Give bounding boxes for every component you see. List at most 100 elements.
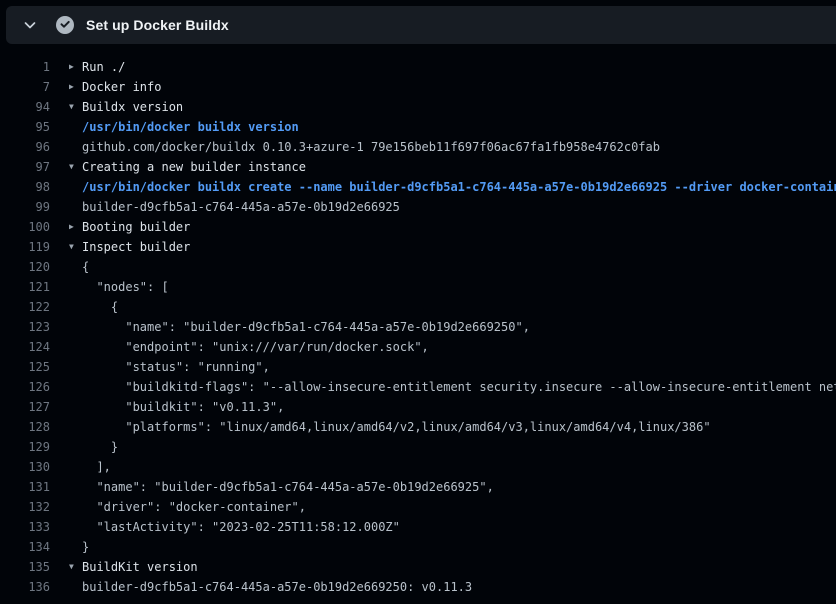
line-number[interactable]: 119 — [0, 237, 50, 257]
log-text: } — [82, 537, 89, 557]
log-text: /usr/bin/docker buildx version — [82, 117, 299, 137]
line-number[interactable]: 132 — [0, 497, 50, 517]
line-number[interactable]: 135 — [0, 557, 50, 577]
gutter-gap — [50, 117, 69, 137]
arrow-spacer — [69, 397, 82, 417]
log-text: BuildKit version — [82, 557, 198, 577]
group-expanded-arrow-icon[interactable]: ▼ — [69, 237, 82, 257]
gutter-gap — [50, 237, 69, 257]
arrow-spacer — [69, 357, 82, 377]
gutter-gap — [50, 177, 69, 197]
arrow-spacer — [69, 497, 82, 517]
arrow-spacer — [69, 277, 82, 297]
line-number[interactable]: 98 — [0, 177, 50, 197]
gutter-gap — [50, 337, 69, 357]
arrow-spacer — [69, 577, 82, 597]
log-line: 127 "buildkit": "v0.11.3", — [0, 397, 836, 417]
gutter-gap — [50, 277, 69, 297]
line-number[interactable]: 124 — [0, 337, 50, 357]
line-number[interactable]: 1 — [0, 57, 50, 77]
log-group-line[interactable]: 7 ▶Docker info — [0, 77, 836, 97]
arrow-spacer — [69, 257, 82, 277]
log-text: Docker info — [82, 77, 161, 97]
step-title: Set up Docker Buildx — [86, 17, 229, 33]
line-number[interactable]: 130 — [0, 457, 50, 477]
log-text: Inspect builder — [82, 237, 190, 257]
line-number[interactable]: 127 — [0, 397, 50, 417]
line-number[interactable]: 125 — [0, 357, 50, 377]
check-circle-icon — [56, 16, 74, 34]
line-number[interactable]: 136 — [0, 577, 50, 597]
line-number[interactable]: 97 — [0, 157, 50, 177]
line-number[interactable]: 131 — [0, 477, 50, 497]
group-expanded-arrow-icon[interactable]: ▼ — [69, 97, 82, 117]
line-number[interactable]: 7 — [0, 77, 50, 97]
line-number[interactable]: 99 — [0, 197, 50, 217]
log-group-line[interactable]: 135 ▼BuildKit version — [0, 557, 836, 577]
gutter-gap — [50, 417, 69, 437]
group-collapsed-arrow-icon[interactable]: ▶ — [69, 217, 82, 237]
gutter-gap — [50, 557, 69, 577]
log-text: "buildkitd-flags": "--allow-insecure-ent… — [82, 377, 836, 397]
log-group-line[interactable]: 97▼Creating a new builder instance — [0, 157, 836, 177]
group-collapsed-arrow-icon[interactable]: ▶ — [69, 57, 82, 77]
chevron-down-icon[interactable] — [22, 17, 38, 33]
gutter-gap — [50, 357, 69, 377]
line-number[interactable]: 94 — [0, 97, 50, 117]
group-expanded-arrow-icon[interactable]: ▼ — [69, 557, 82, 577]
log-group-line[interactable]: 94 ▼Buildx version — [0, 97, 836, 117]
log-line: 120{ — [0, 257, 836, 277]
arrow-spacer — [69, 437, 82, 457]
line-number[interactable]: 129 — [0, 437, 50, 457]
log-line: 124 "endpoint": "unix:///var/run/docker.… — [0, 337, 836, 357]
log-line: 131 "name": "builder-d9cfb5a1-c764-445a-… — [0, 477, 836, 497]
gutter-gap — [50, 377, 69, 397]
line-number[interactable]: 134 — [0, 537, 50, 557]
gutter-gap — [50, 197, 69, 217]
log-text: ], — [82, 457, 111, 477]
gutter-gap — [50, 137, 69, 157]
gutter-gap — [50, 477, 69, 497]
log-group-line[interactable]: 119 ▼Inspect builder — [0, 237, 836, 257]
line-number[interactable]: 122 — [0, 297, 50, 317]
log-text: builder-d9cfb5a1-c764-445a-a57e-0b19d2e6… — [82, 197, 400, 217]
line-number[interactable]: 95 — [0, 117, 50, 137]
log-group-line[interactable]: 1▶Run ./ — [0, 57, 836, 77]
arrow-spacer — [69, 477, 82, 497]
log-line: 125 "status": "running", — [0, 357, 836, 377]
log-text: github.com/docker/buildx 0.10.3+azure-1 … — [82, 137, 660, 157]
step-header[interactable]: Set up Docker Buildx — [6, 6, 836, 44]
arrow-spacer — [69, 377, 82, 397]
log-line: 122 { — [0, 297, 836, 317]
log-line: 130 ], — [0, 457, 836, 477]
log-text: "name": "builder-d9cfb5a1-c764-445a-a57e… — [82, 317, 530, 337]
gutter-gap — [50, 97, 69, 117]
line-number[interactable]: 96 — [0, 137, 50, 157]
line-number[interactable]: 120 — [0, 257, 50, 277]
log-group-line[interactable]: 100 ▶Booting builder — [0, 217, 836, 237]
line-number[interactable]: 100 — [0, 217, 50, 237]
arrow-spacer — [69, 177, 82, 197]
gutter-gap — [50, 57, 69, 77]
line-number[interactable]: 133 — [0, 517, 50, 537]
arrow-spacer — [69, 417, 82, 437]
log-text: "platforms": "linux/amd64,linux/amd64/v2… — [82, 417, 711, 437]
log-viewer: 1▶Run ./7▶Docker info94▼Buildx version95… — [0, 44, 836, 597]
log-line: 99 builder-d9cfb5a1-c764-445a-a57e-0b19d2… — [0, 197, 836, 217]
gutter-gap — [50, 497, 69, 517]
line-number[interactable]: 128 — [0, 417, 50, 437]
log-text: { — [82, 297, 118, 317]
group-expanded-arrow-icon[interactable]: ▼ — [69, 157, 82, 177]
gutter-gap — [50, 437, 69, 457]
gutter-gap — [50, 577, 69, 597]
line-number[interactable]: 126 — [0, 377, 50, 397]
group-collapsed-arrow-icon[interactable]: ▶ — [69, 77, 82, 97]
log-line: 129 } — [0, 437, 836, 457]
line-number[interactable]: 121 — [0, 277, 50, 297]
log-text: "endpoint": "unix:///var/run/docker.sock… — [82, 337, 429, 357]
log-text: Buildx version — [82, 97, 183, 117]
line-number[interactable]: 123 — [0, 317, 50, 337]
arrow-spacer — [69, 197, 82, 217]
log-text: Booting builder — [82, 217, 190, 237]
arrow-spacer — [69, 537, 82, 557]
